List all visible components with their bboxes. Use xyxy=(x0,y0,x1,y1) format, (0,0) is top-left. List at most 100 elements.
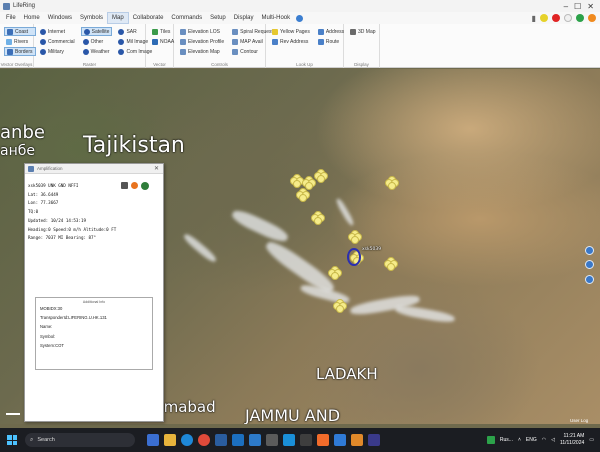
status-white-icon[interactable] xyxy=(564,14,572,22)
elevation-los-button[interactable]: Elevation LOS xyxy=(178,27,226,36)
file-explorer-icon[interactable] xyxy=(164,434,176,446)
chrome-icon[interactable] xyxy=(198,434,210,446)
maximize-button[interactable]: ☐ xyxy=(574,2,581,11)
pin-icon[interactable]: ▮ xyxy=(532,14,536,23)
app-icon[interactable] xyxy=(300,434,312,446)
menu-collaborate[interactable]: Collaborate xyxy=(129,12,168,24)
language-indicator[interactable]: ENG xyxy=(526,437,537,443)
amplification-window[interactable]: Amplification ✕ xsk5039 UNK GND NFFI Lat… xyxy=(24,163,164,422)
address-button[interactable]: Address xyxy=(316,27,346,36)
status-green-icon[interactable] xyxy=(576,14,584,22)
status-yellow-icon[interactable] xyxy=(540,14,548,22)
camera-icon[interactable] xyxy=(121,182,128,189)
map-marker[interactable] xyxy=(314,169,328,183)
map-marker[interactable] xyxy=(296,188,310,202)
map-icon xyxy=(232,38,239,45)
map-marker[interactable] xyxy=(384,257,398,271)
clock[interactable]: 11:21 AM 11/11/2024 xyxy=(560,433,584,447)
snow-patch xyxy=(229,206,291,246)
yellow-pages-button[interactable]: Yellow Pages xyxy=(270,27,312,36)
map-marker[interactable] xyxy=(328,266,342,280)
menu-windows[interactable]: Windows xyxy=(44,12,76,24)
help-icon[interactable] xyxy=(296,14,304,22)
brave-icon[interactable] xyxy=(317,434,329,446)
menu-commands[interactable]: Commands xyxy=(167,12,206,24)
menu-symbols[interactable]: Symbols xyxy=(76,12,107,24)
edge-icon[interactable] xyxy=(181,434,193,446)
additional-info-panel: Additional Info MOBIDX:30 TransponderId:… xyxy=(35,297,153,370)
rev-address-button[interactable]: Rev Address xyxy=(270,37,312,46)
wifi-icon[interactable]: ◠ xyxy=(542,437,546,443)
other-toggle[interactable]: Other xyxy=(81,37,113,46)
amplification-titlebar[interactable]: Amplification ✕ xyxy=(25,164,163,174)
map-pan-icon[interactable] xyxy=(585,246,594,255)
close-button[interactable]: ✕ xyxy=(587,2,594,11)
app-icon[interactable] xyxy=(334,434,346,446)
app-icon[interactable] xyxy=(215,434,227,446)
app-icon[interactable] xyxy=(368,434,380,446)
commercial-toggle[interactable]: Commercial xyxy=(38,37,77,46)
windows-start-icon[interactable] xyxy=(7,435,17,445)
route-button[interactable]: Route xyxy=(316,37,346,46)
map-compass-icon[interactable] xyxy=(585,260,594,269)
weather-toggle[interactable]: Weather xyxy=(81,47,113,56)
notifications-icon[interactable]: ▭ xyxy=(589,437,594,443)
ribbon: Coast Rivers Borders Vector Overlays Int… xyxy=(0,24,600,68)
info-line: Symbol: xyxy=(40,333,56,339)
rivers-toggle[interactable]: Rivers xyxy=(4,37,36,46)
map-marker[interactable] xyxy=(311,211,325,225)
map-marker[interactable] xyxy=(348,230,362,244)
elevation-profile-button[interactable]: Elevation Profile xyxy=(178,37,226,46)
task-label[interactable]: Rus... xyxy=(500,437,513,443)
app-logo-icon xyxy=(28,165,34,172)
coast-toggle[interactable]: Coast xyxy=(4,27,36,36)
3d-map-button[interactable]: 3D Map xyxy=(348,27,378,36)
app-icon[interactable] xyxy=(283,434,295,446)
menu-multi-hook[interactable]: Multi-Hook xyxy=(257,12,294,24)
globe-icon xyxy=(118,28,125,35)
app-icon[interactable] xyxy=(266,434,278,446)
search-placeholder: Search xyxy=(37,437,55,443)
taskbar-apps xyxy=(147,434,380,446)
map-label-cyrillic: анбе xyxy=(0,143,35,159)
elevation-icon xyxy=(180,38,186,45)
tiles-button[interactable]: Tiles xyxy=(150,27,176,36)
borders-icon xyxy=(7,48,13,55)
menu-map[interactable]: Map xyxy=(107,12,129,24)
menu-setup[interactable]: Setup xyxy=(206,12,230,24)
alert-icon[interactable] xyxy=(131,182,138,189)
map-marker[interactable] xyxy=(385,176,399,190)
menu-file[interactable]: File xyxy=(2,12,20,24)
elevation-map-button[interactable]: Elevation Map xyxy=(178,47,226,56)
clock-time: 11:21 AM xyxy=(563,433,585,439)
app-icon[interactable] xyxy=(147,434,159,446)
menu-display[interactable]: Display xyxy=(230,12,258,24)
app-icon[interactable] xyxy=(351,434,363,446)
route-icon xyxy=(317,38,324,45)
info-line: System:COT xyxy=(40,342,64,348)
taskbar-search[interactable]: ⌕ Search xyxy=(25,433,135,447)
minimize-button[interactable]: – xyxy=(564,2,568,11)
chevron-up-icon[interactable]: ˄ xyxy=(518,437,521,443)
borders-toggle[interactable]: Borders xyxy=(4,47,36,56)
stocks-icon[interactable] xyxy=(486,436,495,444)
satellite-toggle[interactable]: Satellite xyxy=(80,27,113,36)
app-icon[interactable] xyxy=(249,434,261,446)
status-red-icon[interactable] xyxy=(552,14,560,22)
app-icon[interactable] xyxy=(232,434,244,446)
user-log-link[interactable]: User Log xyxy=(570,418,588,423)
map-marker[interactable] xyxy=(333,299,347,313)
military-toggle[interactable]: Military xyxy=(38,47,77,56)
volume-icon[interactable]: ◁ xyxy=(551,437,555,443)
close-icon[interactable]: ✕ xyxy=(154,165,159,172)
menu-home[interactable]: Home xyxy=(20,12,44,24)
status-orange-icon[interactable] xyxy=(588,14,596,22)
map-label-jammu: JAMMU AND xyxy=(245,406,341,424)
globe-icon xyxy=(40,28,46,35)
noaa-button[interactable]: NOAA xyxy=(150,37,176,46)
info-line: TransponderId:LIFERING.U.HK.131 xyxy=(40,315,107,321)
zoom-in-icon[interactable] xyxy=(585,275,594,284)
info-line: Name: xyxy=(40,324,53,330)
internet-toggle[interactable]: Internet xyxy=(38,27,77,36)
globe-icon xyxy=(40,38,46,45)
